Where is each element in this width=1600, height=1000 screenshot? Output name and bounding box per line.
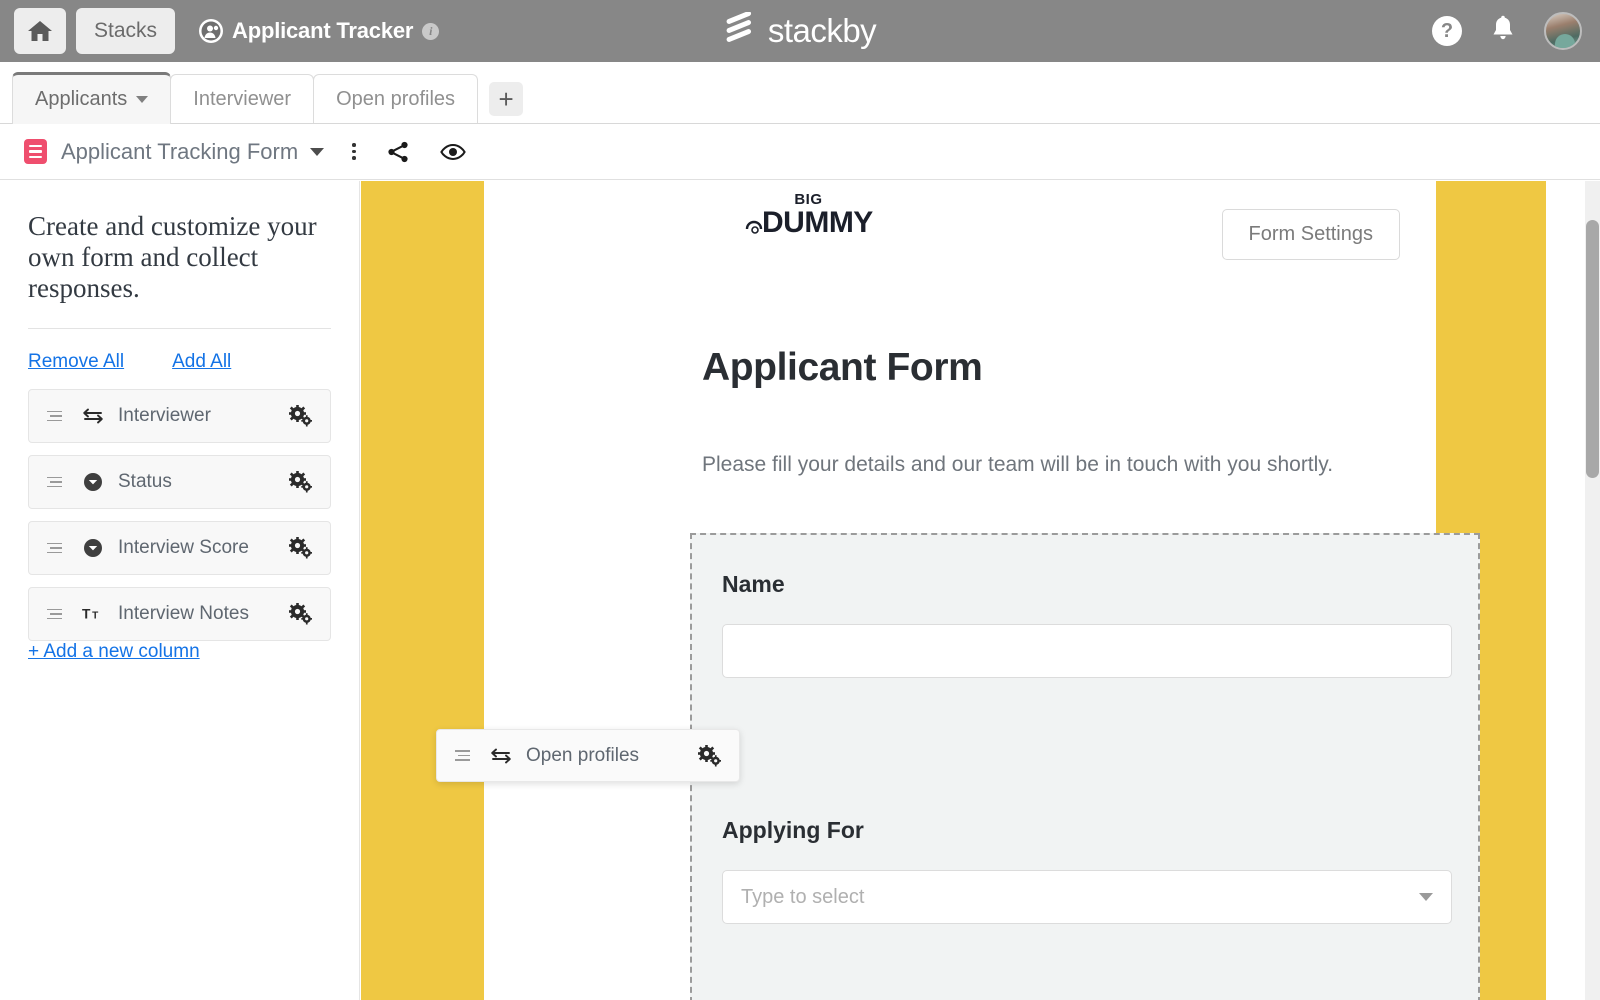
available-columns-list: Interviewer Status Interview Score T T I… [28, 389, 331, 641]
add-all-link[interactable]: Add All [172, 351, 231, 373]
company-logo-top: BIG [794, 191, 823, 208]
gear-icon[interactable] [288, 405, 312, 427]
gear-icon[interactable] [288, 537, 312, 559]
dummy-mark-icon [744, 214, 766, 236]
field-label: Name [722, 571, 785, 597]
chevron-down-icon[interactable] [1419, 893, 1433, 901]
link-arrows-icon [82, 408, 104, 424]
long-text-icon: T T [82, 605, 104, 623]
name-input[interactable] [722, 624, 1452, 678]
eye-icon[interactable] [439, 142, 466, 162]
gear-icon[interactable] [288, 471, 312, 493]
help-question-icon[interactable]: ? [1432, 16, 1462, 46]
list-item[interactable]: Status [28, 455, 331, 509]
info-icon[interactable]: i [422, 22, 440, 40]
form-field-name: Name [722, 571, 1452, 678]
stackby-logo-icon [724, 10, 762, 51]
form-description: Please fill your details and our team wi… [702, 453, 1334, 476]
single-select-icon [82, 538, 104, 558]
form-name-label[interactable]: Applicant Tracking Form [61, 139, 298, 165]
stack-title: Applicant Tracker [232, 18, 414, 43]
share-icon[interactable] [386, 140, 410, 164]
column-label: Interview Score [118, 537, 249, 558]
sidebar-divider [28, 328, 331, 329]
page-title: Applicant Form [702, 346, 983, 389]
form-toolbar: Applicant Tracking Form [0, 124, 1600, 180]
chevron-down-icon[interactable] [136, 96, 149, 103]
gear-icon[interactable] [697, 744, 721, 767]
column-label: Interview Notes [118, 603, 249, 624]
stacks-label: Stacks [94, 19, 158, 42]
header-actions: ? [1432, 12, 1582, 50]
tab-applicants[interactable]: Applicants [12, 72, 172, 124]
applying-for-select[interactable]: Type to select [722, 870, 1452, 924]
add-new-column-link[interactable]: + Add a new column [28, 641, 200, 662]
form-preview-canvas: BIG DUMMY Form Settings Applicant Form P… [361, 181, 1600, 1000]
plus-icon: + [498, 84, 514, 114]
add-table-button[interactable]: + [489, 82, 524, 116]
form-sheet: BIG DUMMY Form Settings Applicant Form P… [484, 181, 1480, 1000]
drag-handle-icon[interactable] [47, 410, 62, 422]
brand-band-left [361, 181, 484, 1000]
stacks-button[interactable]: Stacks [76, 8, 176, 54]
column-label: Status [118, 471, 172, 492]
field-label: Applying For [722, 817, 864, 843]
home-icon [27, 19, 53, 43]
tab-applicants-label: Applicants [35, 88, 128, 110]
list-item[interactable]: T T Interview Notes [28, 587, 331, 641]
user-avatar[interactable] [1544, 12, 1582, 50]
drag-handle-icon[interactable] [47, 476, 62, 488]
tab-interviewer-label: Interviewer [193, 88, 292, 110]
stack-title-group[interactable]: Applicant Tracker i [199, 18, 440, 44]
company-logo: BIG DUMMY [744, 191, 873, 240]
form-fields-dropzone[interactable]: Name Applying For Type to select [690, 533, 1480, 1000]
dragging-column-ghost[interactable]: Open profiles [436, 729, 740, 782]
sidebar-bulk-actions: Remove All Add All [28, 351, 331, 373]
column-label: Open profiles [526, 744, 640, 766]
tab-interviewer[interactable]: Interviewer [170, 74, 315, 124]
remove-all-link[interactable]: Remove All [28, 351, 124, 373]
form-field-applying-for: Applying For Type to select [722, 817, 1452, 924]
link-arrows-icon [490, 748, 512, 764]
svg-text:T: T [92, 611, 99, 622]
more-vertical-icon[interactable] [352, 143, 356, 160]
form-view-icon [24, 139, 47, 164]
gear-icon[interactable] [288, 603, 312, 625]
single-select-icon [82, 472, 104, 492]
brand-logo: stackby [724, 10, 877, 51]
drag-handle-icon[interactable] [47, 542, 62, 554]
column-label: Interviewer [118, 405, 211, 426]
brand-name: stackby [767, 12, 877, 49]
home-button[interactable] [14, 8, 66, 54]
form-builder-sidebar: Create and customize your own form and c… [0, 181, 360, 1000]
top-header-bar: Stacks Applicant Tracker i stackby ? [0, 0, 1600, 62]
list-item[interactable]: Interview Score [28, 521, 331, 575]
drag-handle-icon[interactable] [47, 608, 62, 620]
table-tab-bar: Applicants Interviewer Open profiles + [0, 62, 1600, 124]
company-logo-text: DUMMY [762, 206, 873, 239]
drag-handle-icon[interactable] [455, 750, 470, 761]
tab-open-profiles[interactable]: Open profiles [313, 74, 479, 124]
form-settings-button[interactable]: Form Settings [1221, 209, 1400, 260]
applying-for-placeholder: Type to select [741, 885, 865, 908]
form-settings-label: Form Settings [1248, 223, 1373, 245]
sidebar-heading: Create and customize your own form and c… [28, 211, 317, 303]
people-avatar-icon [199, 19, 224, 43]
company-logo-bottom: DUMMY [744, 206, 873, 240]
svg-text:T: T [82, 607, 91, 622]
bell-icon[interactable] [1490, 15, 1516, 48]
tab-open-profiles-label: Open profiles [336, 88, 456, 110]
vertical-scrollbar-thumb[interactable] [1586, 220, 1599, 478]
list-item[interactable]: Interviewer [28, 389, 331, 443]
chevron-down-icon[interactable] [310, 147, 325, 156]
